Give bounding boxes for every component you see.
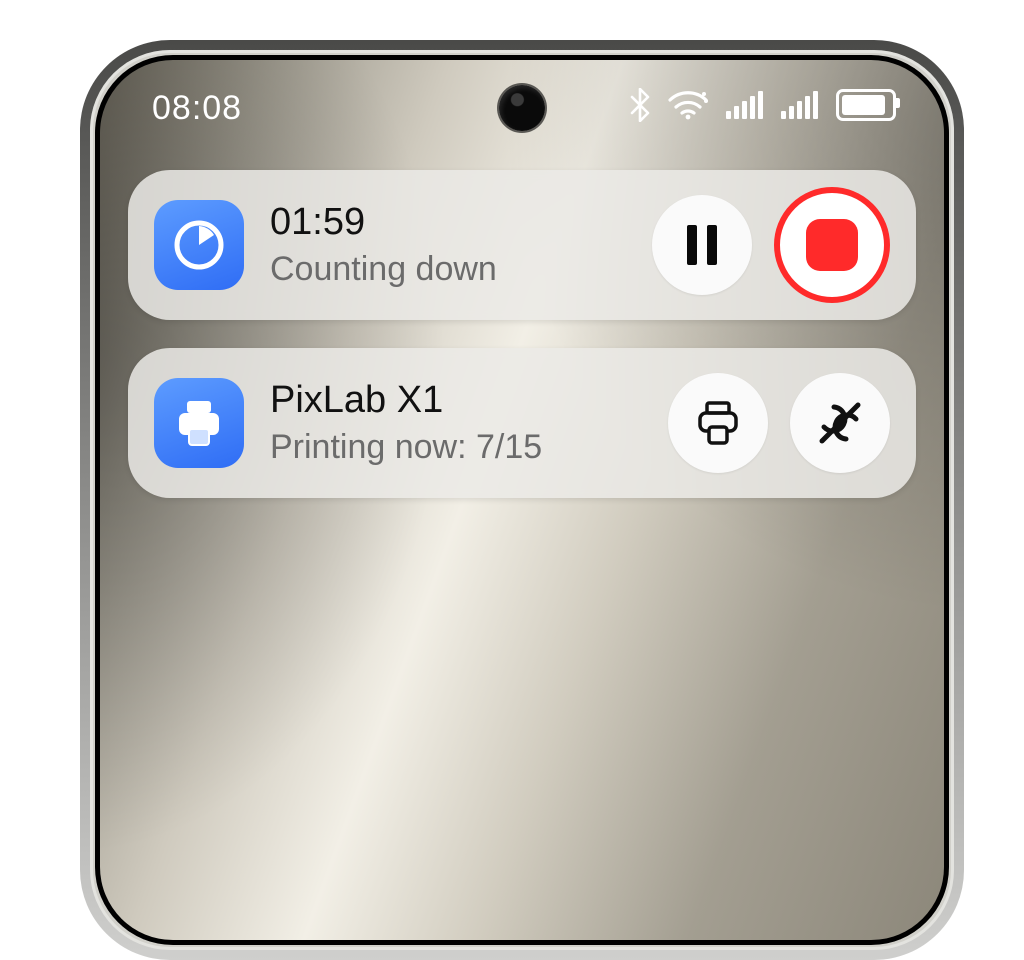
stop-button[interactable] (774, 187, 890, 303)
timer-card[interactable]: 01:59 Counting down (128, 170, 916, 320)
print-button[interactable] (668, 373, 768, 473)
notification-cards: 01:59 Counting down (128, 170, 916, 498)
phone-bezel: 08:08 (95, 55, 949, 945)
status-icons (630, 88, 896, 122)
printer-name: PixLab X1 (270, 379, 668, 422)
battery-icon (836, 89, 896, 121)
printer-progress: Printing now: 7/15 (270, 428, 668, 467)
pause-button[interactable] (652, 195, 752, 295)
print-icon (692, 397, 744, 449)
bluetooth-icon (630, 88, 650, 122)
pause-icon (683, 223, 721, 267)
status-bar: 08:08 (100, 78, 944, 138)
printer-app-icon (154, 378, 244, 468)
timer-card-text: 01:59 Counting down (270, 201, 652, 289)
battery-level (842, 95, 885, 115)
stop-icon (806, 219, 858, 271)
timer-time: 01:59 (270, 201, 652, 244)
timer-card-actions (652, 187, 890, 303)
unlink-button[interactable] (790, 373, 890, 473)
timer-icon (154, 200, 244, 290)
printer-card-text: PixLab X1 Printing now: 7/15 (270, 379, 668, 467)
wifi-icon (668, 90, 708, 120)
phone-screen: 08:08 (100, 60, 944, 940)
cellular-icon-1 (726, 91, 763, 119)
phone-frame: 08:08 (80, 40, 964, 960)
cellular-icon-2 (781, 91, 818, 119)
printer-card-actions (668, 373, 890, 473)
status-clock: 08:08 (152, 89, 242, 128)
timer-status: Counting down (270, 250, 652, 289)
printer-card[interactable]: PixLab X1 Printing now: 7/15 (128, 348, 916, 498)
unlink-icon (814, 397, 866, 449)
